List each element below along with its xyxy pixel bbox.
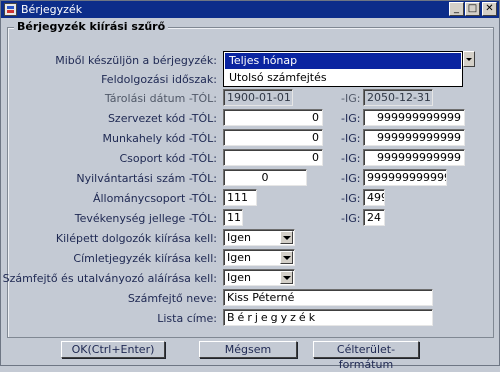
calculator-name-field[interactable]: Kiss Péterné [223,289,433,306]
minimize-button[interactable]: _ [449,2,464,16]
org-code-to-field[interactable]: 999999999999 [363,109,465,126]
address-list-label: Címletjegyzék kiírása kell: [73,252,217,265]
storage-date-from-field: 1900-01-01 [223,89,293,106]
chevron-down-icon[interactable] [280,271,293,284]
source-option-last-calculation[interactable]: Utolsó számfejtés [225,70,461,86]
storage-date-to-field: 2050-12-31 [363,89,433,106]
staff-group-label: Állománycsoport -TÓL: [92,192,217,205]
group-code-to-field[interactable]: 999999999999 [363,149,465,166]
close-button[interactable]: ✕ [482,2,497,16]
signature-select[interactable]: Igen [223,269,295,286]
signature-label: Számfejtő és utalványozó aláírása kell: [2,272,217,285]
source-dropdown-list[interactable]: Teljes hónap Utolsó számfejtés [223,51,463,87]
address-list-select[interactable]: Igen [223,249,295,266]
group-code-label: Csoport kód -TÓL: [119,152,217,165]
list-title-label: Lista címe: [157,312,217,325]
workplace-code-label: Munkahely kód -TÓL: [102,132,217,145]
ok-button[interactable]: OK(Ctrl+Enter) [61,341,165,358]
berjegyzek-window: Bérjegyzék _ □ ✕ Bérjegyzék kiírási szűr… [0,0,500,371]
registry-number-label: Nyilvántartási szám -TÓL: [76,172,217,185]
cancel-button[interactable]: Mégsem [199,341,297,358]
source-label: Miből készüljön a bérjegyzék: [55,54,217,67]
workplace-code-to-label: -IG: [341,132,361,145]
registry-number-to-field[interactable]: 999999999999 [363,169,447,186]
workplace-code-to-field[interactable]: 999999999999 [363,129,465,146]
org-code-label: Szervezet kód -TÓL: [107,112,217,125]
calculator-name-label: Számfejtő neve: [127,292,217,305]
leaving-employees-select[interactable]: Igen [223,229,295,246]
source-dropdown-arrow[interactable] [463,51,475,67]
group-title: Bérjegyzék kiírási szűrő [14,20,169,33]
chevron-down-icon[interactable] [280,231,293,244]
org-code-from-field[interactable]: 0 [223,109,323,126]
target-format-button[interactable]: Célterület-formátum [313,341,419,371]
staff-group-to-label: -IG: [341,192,361,205]
workplace-code-from-field[interactable]: 0 [223,129,323,146]
registry-number-to-label: -IG: [341,172,361,185]
group-code-to-label: -IG: [341,152,361,165]
app-icon [4,3,17,16]
processing-time-label: Feldolgozási időszak: [101,73,217,86]
registry-number-from-field[interactable]: 0 [223,169,307,186]
leaving-employees-label: Kilépett dolgozók kiírása kell: [55,232,217,245]
staff-group-to-field[interactable]: 499 [363,189,385,206]
title-bar[interactable]: Bérjegyzék _ □ ✕ [1,1,499,18]
address-list-value: Igen [227,251,251,264]
source-option-full-month[interactable]: Teljes hónap [225,53,461,69]
leaving-employees-value: Igen [227,231,251,244]
maximize-button[interactable]: □ [465,2,480,16]
activity-type-to-label: -IG: [341,212,361,225]
window-title: Bérjegyzék [21,3,83,16]
activity-type-label: Tevékenység jellege -TÓL: [74,212,217,225]
signature-value: Igen [227,271,251,284]
chevron-down-icon[interactable] [280,251,293,264]
storage-date-label: Tárolási dátum -TÓL: [104,92,217,105]
staff-group-from-field[interactable]: 111 [223,189,257,206]
activity-type-to-field[interactable]: 24 [363,209,385,226]
activity-type-from-field[interactable]: 11 [223,209,243,226]
list-title-field[interactable]: Bérjegyzék [223,309,433,326]
storage-date-to-label: -IG: [341,92,361,105]
org-code-to-label: -IG: [341,112,361,125]
group-code-from-field[interactable]: 0 [223,149,323,166]
